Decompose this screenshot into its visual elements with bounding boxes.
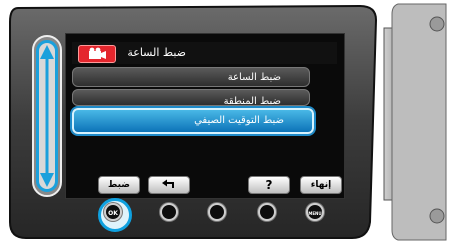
menu-item-label: ضبط التوقيت الصيفي bbox=[194, 115, 284, 126]
set-button[interactable]: ضبط bbox=[98, 176, 140, 194]
menu-item-label: ضبط الساعة bbox=[227, 72, 281, 83]
end-button-label: إنهاء bbox=[310, 180, 332, 190]
menu-item-clock-setting[interactable]: ضبط الساعة bbox=[72, 67, 310, 87]
menu-item-label: ضبط المنطقة bbox=[223, 96, 281, 106]
ok-button[interactable]: OK bbox=[104, 203, 122, 221]
help-button[interactable]: ? bbox=[248, 176, 290, 194]
hardware-button-4[interactable] bbox=[258, 203, 276, 221]
menu-item-area-setting[interactable]: ضبط المنطقة bbox=[72, 89, 310, 106]
back-arrow-icon bbox=[162, 179, 174, 188]
hardware-button-2[interactable] bbox=[160, 203, 178, 221]
back-button[interactable] bbox=[148, 176, 190, 194]
up-down-arrow-icon bbox=[40, 45, 54, 187]
page-title: ضبط الساعة bbox=[127, 46, 186, 59]
video-camera-mode-badge bbox=[78, 45, 116, 63]
ok-button-label: OK bbox=[108, 210, 118, 217]
help-button-label: ? bbox=[265, 178, 273, 192]
touch-slider-track[interactable] bbox=[36, 40, 58, 192]
end-button[interactable]: إنهاء bbox=[300, 176, 342, 194]
hardware-button-3[interactable] bbox=[208, 203, 226, 221]
video-camera-icon bbox=[89, 47, 106, 59]
menu-button[interactable]: MENU bbox=[306, 203, 324, 221]
menu-button-label: MENU bbox=[308, 211, 322, 216]
menu-item-daylight-saving[interactable]: ضبط التوقيت الصيفي bbox=[72, 108, 314, 134]
set-button-label: ضبط bbox=[107, 180, 130, 190]
